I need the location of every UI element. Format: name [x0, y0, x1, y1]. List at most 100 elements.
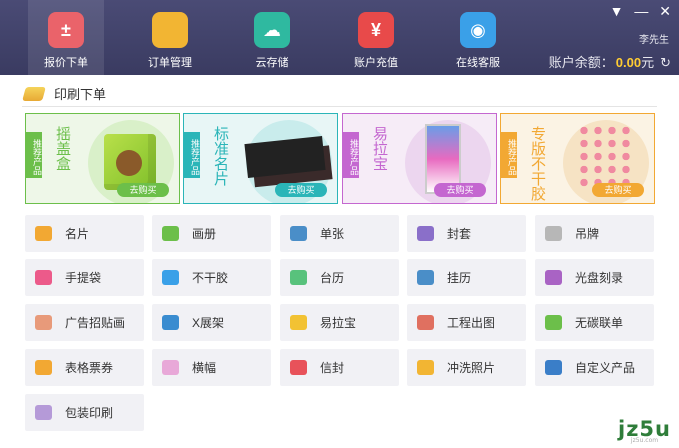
product-label: 画册 [192, 227, 217, 241]
product-label: 信封 [320, 361, 345, 375]
balance-value: 0.00 [615, 55, 642, 70]
product-tile[interactable]: 挂历 [407, 259, 526, 296]
rollup-icon [290, 315, 307, 330]
promo-card-1[interactable]: 推荐产品 标准名片 去购买 [183, 113, 338, 204]
nav-label: 订单管理 [148, 57, 192, 69]
nav-button-1[interactable]: 订单管理 [135, 12, 205, 70]
buy-button[interactable]: 去购买 [275, 183, 327, 197]
album-icon [162, 226, 179, 241]
product-label: 名片 [65, 227, 90, 241]
menu-dropdown-icon[interactable]: ▼ [610, 3, 624, 19]
promo-title: 易拉宝 [371, 126, 387, 171]
disc-icon [545, 270, 562, 285]
product-tile[interactable]: 封套 [407, 215, 526, 252]
account-balance: 账户余额： 0.00元 ↻ [549, 52, 671, 71]
product-tile[interactable]: 不干胶 [152, 259, 271, 296]
product-tile[interactable]: 光盘刻录 [535, 259, 654, 296]
nav-button-0[interactable]: ± 报价下单 [28, 0, 104, 75]
carbonless-form-icon [545, 315, 562, 330]
envelope-icon [417, 226, 434, 241]
product-label: 广告招贴画 [65, 316, 126, 330]
top-toolbar: ± 报价下单 订单管理 ☁ 云存储 ¥ 账户充值 ◉ 在线客服 ▼ — ✕ 李先生 账户余额： 0… [0, 0, 679, 75]
product-label: 挂历 [447, 271, 472, 285]
promo-card-2[interactable]: 推荐产品 易拉宝去购买 [342, 113, 497, 204]
product-tile[interactable]: 单张 [280, 215, 399, 252]
product-tile[interactable]: 画册 [152, 215, 271, 252]
nav-label: 报价下单 [44, 57, 88, 69]
product-tile[interactable]: 横幅 [152, 349, 271, 386]
product-tile[interactable]: 台历 [280, 259, 399, 296]
buy-button[interactable]: 去购买 [592, 183, 644, 197]
product-label: 工程出图 [447, 316, 496, 330]
watermark-logo: jz5u jz5u.com [618, 417, 671, 444]
product-tile[interactable]: 吊牌 [535, 215, 654, 252]
gift-box-image [104, 134, 156, 190]
nav-label: 账户充值 [354, 57, 398, 69]
tag-icon [545, 226, 562, 241]
product-tile[interactable]: 冲洗照片 [407, 349, 526, 386]
product-tile[interactable]: 广告招贴画 [25, 304, 144, 341]
product-label: 单张 [320, 227, 345, 241]
user-name[interactable]: 李先生 [639, 31, 669, 46]
close-icon[interactable]: ✕ [659, 3, 671, 20]
app-window: ± 报价下单 订单管理 ☁ 云存储 ¥ 账户充值 ◉ 在线客服 ▼ — ✕ 李先生 账户余额： 0… [0, 0, 679, 448]
nav-button-2[interactable]: ☁ 云存储 [237, 12, 307, 70]
promo-card-3[interactable]: 推荐产品 专版不干胶去购买 [500, 113, 655, 204]
card-icon [35, 226, 52, 241]
product-tile[interactable]: 自定义产品 [535, 349, 654, 386]
section-divider [22, 106, 657, 107]
promo-title: 专版不干胶 [529, 126, 545, 201]
sticker-sheet-image [577, 124, 633, 188]
product-label: X展架 [192, 316, 225, 330]
product-tile[interactable]: 包装印刷 [25, 394, 144, 431]
wallet-yen-icon: ¥ [358, 12, 394, 48]
balance-label: 账户余额： [548, 55, 614, 70]
qq-icon: ◉ [460, 12, 496, 48]
cloud-icon: ☁ [254, 12, 290, 48]
minimize-icon[interactable]: — [634, 3, 648, 19]
refresh-icon[interactable]: ↻ [660, 55, 671, 70]
product-tile[interactable]: 名片 [25, 215, 144, 252]
print-logo-icon [22, 86, 46, 101]
promo-card-0[interactable]: 推荐产品 摇盖盒去购买 [25, 113, 180, 204]
sticker-icon [162, 270, 179, 285]
banner-icon [162, 360, 179, 375]
recommend-tag: 推荐产品 [501, 132, 517, 178]
mouse-icon [545, 360, 562, 375]
promo-title: 标准名片 [212, 126, 228, 186]
section-title: 印刷下单 [54, 87, 107, 102]
nav-label: 在线客服 [456, 57, 500, 69]
buy-button[interactable]: 去购买 [434, 183, 486, 197]
product-tile[interactable]: 手提袋 [25, 259, 144, 296]
photo-icon [417, 360, 434, 375]
product-tile[interactable]: 易拉宝 [280, 304, 399, 341]
section-header: 印刷下单 [22, 84, 107, 103]
product-label: 封套 [447, 227, 472, 241]
x-stand-icon [162, 315, 179, 330]
product-label: 表格票券 [65, 361, 114, 375]
nav-button-3[interactable]: ¥ 账户充值 [341, 12, 411, 70]
ticket-icon [35, 360, 52, 375]
promo-title: 摇盖盒 [54, 126, 70, 171]
product-tile[interactable]: 工程出图 [407, 304, 526, 341]
calculator-icon: ± [48, 12, 84, 48]
product-tile[interactable]: X展架 [152, 304, 271, 341]
bag-icon [35, 270, 52, 285]
product-tile[interactable]: 信封 [280, 349, 399, 386]
product-label: 手提袋 [65, 271, 102, 285]
document-icon [290, 226, 307, 241]
product-tile[interactable]: 表格票券 [25, 349, 144, 386]
recommend-tag: 推荐产品 [26, 132, 42, 178]
product-label: 光盘刻录 [575, 271, 624, 285]
product-label: 自定义产品 [575, 361, 636, 375]
product-tile[interactable]: 无碳联单 [535, 304, 654, 341]
product-label: 无碳联单 [575, 316, 624, 330]
nav-label: 云存储 [255, 57, 289, 69]
recommend-tag: 推荐产品 [343, 132, 359, 178]
folder-icon [152, 12, 188, 48]
wall-calendar-icon [417, 270, 434, 285]
nav-button-4[interactable]: ◉ 在线客服 [443, 12, 513, 70]
blueprint-icon [417, 315, 434, 330]
desk-calendar-icon [290, 270, 307, 285]
buy-button[interactable]: 去购买 [117, 183, 169, 197]
